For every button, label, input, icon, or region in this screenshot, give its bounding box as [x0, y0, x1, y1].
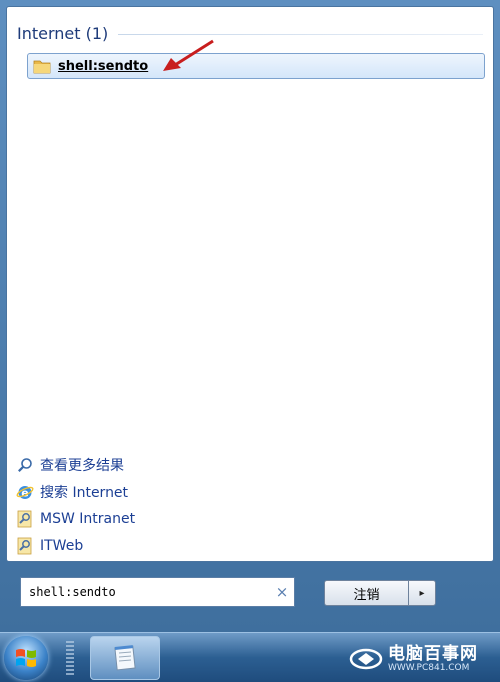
search-input[interactable]: shell:sendto ×: [20, 577, 295, 607]
start-button[interactable]: [4, 636, 48, 680]
itweb-link[interactable]: ITWeb: [15, 535, 83, 557]
link-label: ITWeb: [40, 538, 84, 554]
web-shortcut-icon: [15, 509, 35, 529]
watermark-url: WWW.PC841.COM: [388, 662, 470, 673]
folder-icon: [33, 60, 51, 74]
search-internet-link[interactable]: e 搜索 Internet: [15, 481, 128, 503]
logoff-button[interactable]: 注销: [324, 580, 408, 606]
search-input-value: shell:sendto: [29, 585, 116, 599]
link-label: 查看更多结果: [40, 458, 124, 474]
web-shortcut-icon: [15, 536, 35, 556]
link-label: 搜索 Internet: [40, 485, 129, 501]
ie-icon: e: [15, 482, 35, 502]
msw-intranet-link[interactable]: MSW Intranet: [15, 508, 135, 530]
site-logo-icon: [349, 648, 383, 670]
start-menu: Internet (1) shell:sendto 查看更多结果 e 搜索 In…: [0, 0, 500, 632]
taskbar-grip[interactable]: [66, 641, 74, 675]
notepad-taskbar-button[interactable]: [90, 636, 160, 680]
watermark-name: 电脑百事网: [388, 643, 478, 664]
link-label: MSW Intranet: [40, 511, 136, 527]
watermark: 电脑百事网 WWW.PC841.COM: [348, 640, 498, 678]
search-icon: [15, 455, 35, 475]
results-group-header: Internet (1): [17, 21, 483, 45]
search-results-panel: Internet (1) shell:sendto 查看更多结果 e 搜索 In…: [6, 6, 494, 562]
result-item-shell-sendto[interactable]: shell:sendto: [27, 53, 485, 79]
windows-logo-icon: [16, 649, 36, 667]
power-options-arrow-icon[interactable]: ▸: [408, 580, 436, 606]
clear-search-icon[interactable]: ×: [270, 583, 294, 601]
notepad-icon: [114, 645, 136, 671]
see-more-results-link[interactable]: 查看更多结果: [15, 454, 124, 476]
result-label: shell:sendto: [58, 58, 149, 74]
group-divider: [118, 34, 483, 35]
group-title: Internet (1): [17, 23, 109, 43]
